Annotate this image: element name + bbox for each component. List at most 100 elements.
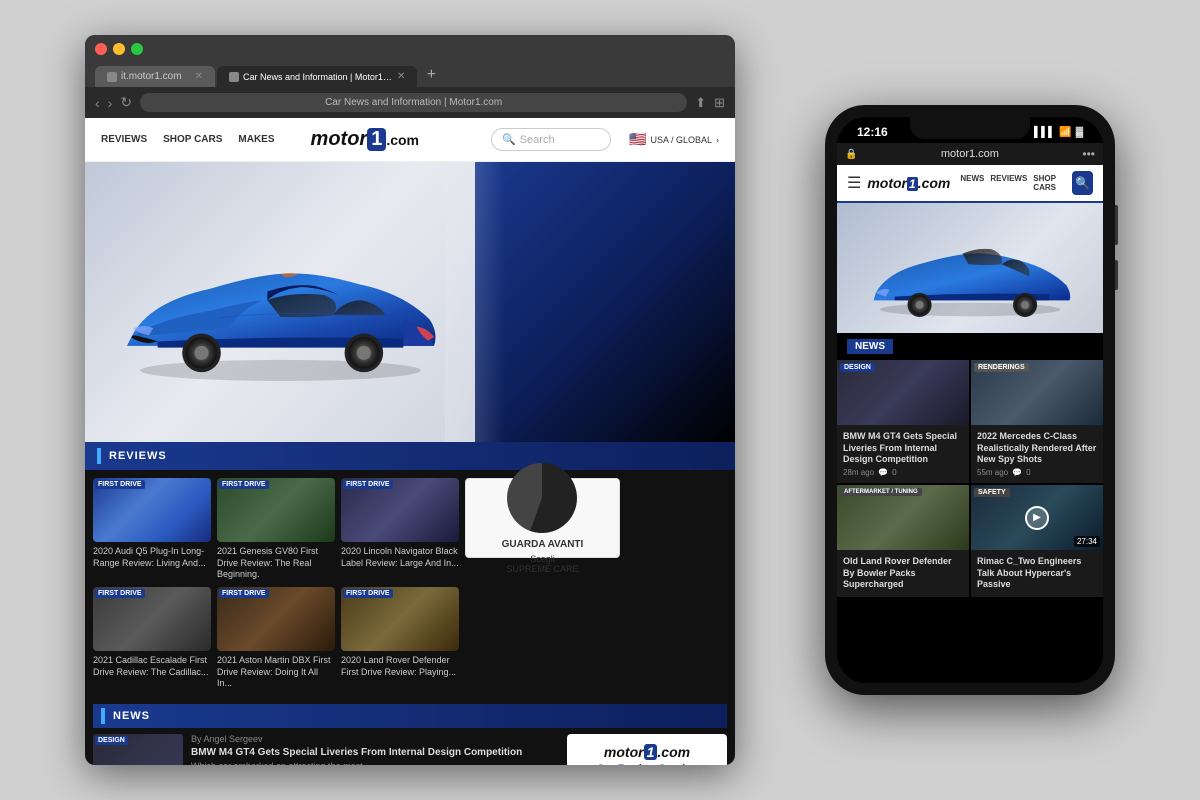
signal-icon: ▌▌▌ xyxy=(1034,127,1055,138)
news-header: NEWS xyxy=(93,704,727,728)
review-thumb-3: FIRST DRIVE xyxy=(341,478,459,542)
mobile-card-content-4: Rimac C_Two Engineers Talk About Hyperca… xyxy=(971,550,1103,597)
forward-button[interactable]: › xyxy=(108,95,113,111)
comment-icon-2: 💬 xyxy=(1012,468,1022,477)
tab-close[interactable]: ✕ xyxy=(195,71,203,82)
play-button[interactable]: ▶ xyxy=(1025,506,1049,530)
tab-label: it.motor1.com xyxy=(121,71,182,82)
header-accent xyxy=(97,448,101,464)
car-svg xyxy=(105,223,456,381)
reviews-header: REVIEWS xyxy=(85,442,735,470)
close-btn[interactable] xyxy=(95,43,107,55)
review-card-5[interactable]: FIRST DRIVE 2021 Aston Martin DBX First … xyxy=(217,587,335,690)
mobile-search-button[interactable]: 🔍 xyxy=(1072,171,1093,195)
ad-content: GUARDA AVANTI ScegliSUPREME CARE xyxy=(502,463,584,574)
logo-1-box: 1 xyxy=(367,128,386,151)
review-badge-2: FIRST DRIVE xyxy=(219,480,269,489)
reviews-section: REVIEWS FIRST DRIVE 2020 Audi Q5 Plug-In… xyxy=(85,442,735,698)
volume-button[interactable] xyxy=(1115,260,1118,290)
mobile-address[interactable]: motor1.com xyxy=(863,148,1076,160)
mobile-news-card-4[interactable]: SAFETY ▶ 27:34 Rimac C_Two Engineers Tal… xyxy=(971,485,1103,597)
review-card-1[interactable]: FIRST DRIVE 2020 Audi Q5 Plug-In Long-Ra… xyxy=(93,478,211,581)
hamburger-icon[interactable]: ☰ xyxy=(847,173,861,193)
region-selector[interactable]: 🇺🇸 USA / GLOBAL › xyxy=(629,131,719,148)
news-article[interactable]: DESIGN By Angel Sergeev BMW M4 GT4 Gets … xyxy=(93,734,559,765)
scene: it.motor1.com ✕ Car News and Information… xyxy=(0,0,1200,800)
bottom-section: NEWS DESIGN By Angel Sergeev BMW M4 GT4 … xyxy=(85,698,735,765)
ad-circle-graphic xyxy=(507,463,577,533)
comments-2: 0 xyxy=(1026,468,1030,477)
mobile-site: ☰ motor1.com NEWS REVIEWS SHOP CARS 🔍 xyxy=(837,165,1103,683)
review-thumb-2: FIRST DRIVE xyxy=(217,478,335,542)
review-title-6: 2020 Land Rover Defender First Drive Rev… xyxy=(341,655,459,678)
review-thumb-1: FIRST DRIVE xyxy=(93,478,211,542)
search-icon: 🔍 xyxy=(502,133,516,146)
tab-label-2: Car News and Information | Motor1.com xyxy=(243,72,393,82)
more-icon[interactable]: ⊞ xyxy=(714,95,725,111)
power-button[interactable] xyxy=(1115,205,1118,245)
browser-tab-2[interactable]: Car News and Information | Motor1.com ✕ xyxy=(217,66,417,87)
mobile-nav-news[interactable]: NEWS xyxy=(960,174,984,192)
website-content: REVIEWS SHOP CARS MAKES motor1.com 🔍 Sea… xyxy=(85,118,735,765)
mobile-nav-reviews[interactable]: REVIEWS xyxy=(990,174,1027,192)
search-bar[interactable]: 🔍 Search xyxy=(491,128,611,151)
nav-makes[interactable]: MAKES xyxy=(238,134,274,145)
mobile-card-thumb-3: AFTERMARKET / TUNING xyxy=(837,485,969,550)
mobile-card-thumb-2: RENDERINGS xyxy=(971,360,1103,425)
maximize-btn[interactable] xyxy=(131,43,143,55)
nav-shop-cars[interactable]: SHOP CARS xyxy=(163,134,222,145)
mobile-card-title-4: Rimac C_Two Engineers Talk About Hyperca… xyxy=(977,556,1097,591)
address-bar: ‹ › ↻ Car News and Information | Motor1.… xyxy=(85,87,735,118)
url-field[interactable]: Car News and Information | Motor1.com xyxy=(140,93,687,112)
mobile-card-title-2: 2022 Mercedes C-Class Realistically Rend… xyxy=(977,431,1097,466)
review-card-2[interactable]: FIRST DRIVE 2021 Genesis GV80 First Driv… xyxy=(217,478,335,581)
mobile-card-title-3: Old Land Rover Defender By Bowler Packs … xyxy=(843,556,963,591)
mobile-card-title-1: BMW M4 GT4 Gets Special Liveries From In… xyxy=(843,431,963,466)
mobile-badge-1: DESIGN xyxy=(840,363,875,372)
mobile-nav-links: NEWS REVIEWS SHOP CARS xyxy=(960,174,1066,192)
news-snippet: Which car embarked on attracting the mos… xyxy=(191,761,522,765)
browser-tab-1[interactable]: it.motor1.com ✕ xyxy=(95,66,215,87)
review-card-3[interactable]: FIRST DRIVE 2020 Lincoln Navigator Black… xyxy=(341,478,459,581)
news-badge: DESIGN xyxy=(95,736,128,745)
mobile-card-meta-2: 55m ago 💬 0 xyxy=(977,468,1097,477)
phone-time: 12:16 xyxy=(857,125,888,139)
mobile-news-card-2[interactable]: RENDERINGS 2022 Mercedes C-Class Realist… xyxy=(971,360,1103,483)
news-content-row: DESIGN By Angel Sergeev BMW M4 GT4 Gets … xyxy=(93,734,727,765)
browser-actions: ⬆ ⊞ xyxy=(695,95,725,111)
nav-reviews[interactable]: REVIEWS xyxy=(101,134,147,145)
share-icon[interactable]: ⬆ xyxy=(695,95,706,111)
region-text: USA / GLOBAL xyxy=(650,135,712,145)
site-logo: motor1.com xyxy=(311,128,419,151)
car-buying-ad[interactable]: motor1.com Car Buying Service xyxy=(567,734,727,765)
back-button[interactable]: ‹ xyxy=(95,95,100,111)
hero-car-image xyxy=(85,162,475,442)
browser-chrome: it.motor1.com ✕ Car News and Information… xyxy=(85,35,735,87)
tab-favicon-2 xyxy=(229,72,239,82)
news-label: NEWS xyxy=(113,710,150,722)
news-thumb: DESIGN xyxy=(93,734,183,765)
reviews-label: REVIEWS xyxy=(109,450,167,462)
mobile-news-card-1[interactable]: DESIGN BMW M4 GT4 Gets Special Liveries … xyxy=(837,360,969,483)
mobile-nav-shop[interactable]: SHOP CARS xyxy=(1033,174,1066,192)
battery-icon: ▓ xyxy=(1076,127,1083,138)
mobile-news-header: NEWS xyxy=(837,333,1103,360)
minimize-btn[interactable] xyxy=(113,43,125,55)
car-buying-logo: motor1.com xyxy=(577,744,717,760)
comments-1: 0 xyxy=(892,468,896,477)
mobile-news-card-3[interactable]: AFTERMARKET / TUNING Old Land Rover Defe… xyxy=(837,485,969,597)
news-accent xyxy=(101,708,105,724)
mobile-news-label: NEWS xyxy=(847,339,893,354)
hero-section xyxy=(85,162,735,442)
new-tab-button[interactable]: + xyxy=(419,63,443,87)
dots-icon[interactable]: ••• xyxy=(1082,147,1095,161)
tab-close-2[interactable]: ✕ xyxy=(397,71,405,82)
mobile-news-grid: DESIGN BMW M4 GT4 Gets Special Liveries … xyxy=(837,360,1103,597)
logo-com-text: .com xyxy=(386,132,419,148)
review-card-6[interactable]: FIRST DRIVE 2020 Land Rover Defender Fir… xyxy=(341,587,459,690)
refresh-button[interactable]: ↻ xyxy=(120,94,132,111)
mobile-card-thumb-4: SAFETY ▶ 27:34 xyxy=(971,485,1103,550)
review-card-4[interactable]: FIRST DRIVE 2021 Cadillac Escalade First… xyxy=(93,587,211,690)
mobile-hero-car-svg xyxy=(857,219,1083,317)
ad-text-sub: ScegliSUPREME CARE xyxy=(506,554,578,574)
